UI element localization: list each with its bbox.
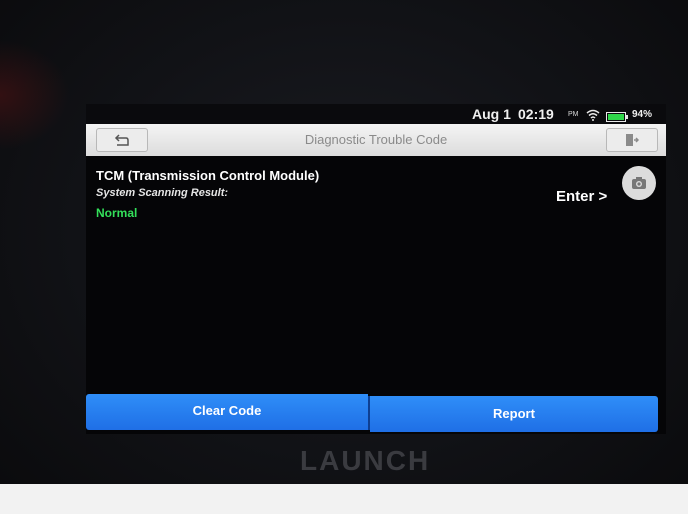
report-button[interactable]: Report <box>370 396 658 432</box>
page-title: Diagnostic Trouble Code <box>304 132 448 147</box>
status-bar: Aug 1 02:19 PM 94% <box>86 104 666 124</box>
title-bar: Diagnostic Trouble Code <box>86 124 666 156</box>
scan-result-label: System Scanning Result: <box>96 187 229 199</box>
status-time: 02:19 <box>518 106 554 122</box>
exit-button[interactable] <box>606 128 658 152</box>
bottom-action-bar: Clear Code Report <box>86 394 658 432</box>
module-title: TCM (Transmission Control Module) <box>96 168 320 183</box>
battery-percent: 94% <box>632 109 653 120</box>
camera-icon <box>631 176 647 190</box>
status-ampm: PM <box>568 111 579 118</box>
bezel-glow <box>0 40 70 150</box>
back-button[interactable] <box>96 128 148 152</box>
device-screen: Aug 1 02:19 PM 94% Diagnostic Trouble Co… <box>86 104 666 434</box>
screenshot-button[interactable] <box>622 166 656 200</box>
battery-icon <box>606 109 628 122</box>
exit-door-icon <box>625 133 640 147</box>
photo-border <box>0 484 688 514</box>
enter-button[interactable]: Enter > <box>556 188 607 206</box>
status-date: Aug 1 <box>472 106 511 122</box>
device-brand-logo: LAUNCH <box>300 445 431 476</box>
wifi-icon <box>586 108 600 121</box>
clear-code-button[interactable]: Clear Code <box>86 394 368 430</box>
back-arrow-icon <box>114 133 130 147</box>
scan-status: Normal <box>96 206 138 220</box>
